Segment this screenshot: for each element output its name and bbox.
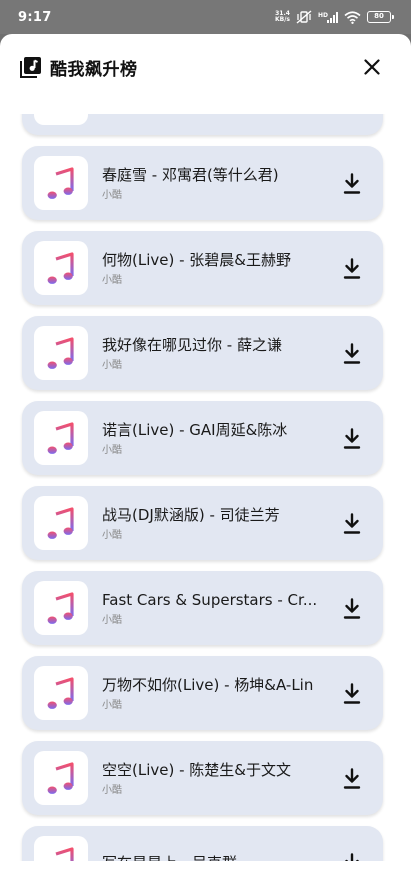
track-item[interactable]: 春庭雪 - 邓寓君(等什么君) 小酷 (22, 146, 383, 220)
status-icons: 31.4 KB/s HD 80 (275, 10, 394, 24)
track-artist: 小酷 (102, 700, 122, 711)
music-note-icon (20, 56, 42, 78)
download-button[interactable] (341, 682, 363, 706)
music-note-icon (47, 337, 74, 369)
download-icon (343, 598, 361, 619)
track-text: 我好像在哪见过你 - 薛之谦 小酷 (102, 335, 326, 371)
track-item[interactable]: 战马(DJ默涵版) - 司徒兰芳 小酷 (22, 486, 383, 560)
download-button[interactable] (341, 767, 363, 791)
download-button[interactable] (341, 257, 363, 281)
track-text: 万物不如你(Live) - 杨坤&A-Lin 小酷 (102, 675, 326, 711)
download-button[interactable] (341, 172, 363, 196)
bottom-safe-area (0, 861, 411, 869)
track-item[interactable]: 我好像在哪见过你 - 薛之谦 小酷 (22, 316, 383, 390)
download-button[interactable] (341, 427, 363, 451)
track-text: 诺言(Live) - GAI周延&陈冰 小酷 (102, 420, 326, 456)
track-artwork (34, 411, 88, 465)
track-item[interactable]: 万物不如你(Live) - 杨坤&A-Lin 小酷 (22, 656, 383, 730)
music-note-icon (46, 114, 76, 115)
download-button[interactable] (341, 597, 363, 621)
track-title: 万物不如你(Live) - 杨坤&A-Lin (102, 676, 314, 694)
wifi-icon (344, 10, 361, 24)
track-title: 何物(Live) - 张碧晨&王赫野 (102, 251, 291, 269)
track-list-content: 春庭雪 - 邓寓君(等什么君) 小酷 何物(Live) - 张碧晨&王赫野 小酷… (22, 114, 383, 862)
track-text: Fast Cars & Superstars - Cr... 小酷 (102, 590, 326, 626)
track-item[interactable] (22, 114, 383, 135)
track-text: 战马(DJ默涵版) - 司徒兰芳 小酷 (102, 505, 326, 541)
download-icon (343, 683, 361, 704)
ranking-sheet: 酷我飙升榜 春庭雪 - 邓寓君(等什么君) 小酷 何物(Live) - 张碧晨&… (0, 34, 411, 869)
track-item[interactable]: Fast Cars & Superstars - Cr... 小酷 (22, 571, 383, 645)
track-artwork (34, 581, 88, 635)
track-text: 何物(Live) - 张碧晨&王赫野 小酷 (102, 250, 326, 286)
download-icon (343, 343, 361, 364)
track-item[interactable]: 诺言(Live) - GAI周延&陈冰 小酷 (22, 401, 383, 475)
track-artwork (34, 241, 88, 295)
track-title: 空空(Live) - 陈楚生&于文文 (102, 761, 291, 779)
network-speed-unit: KB/s (275, 16, 290, 23)
track-artwork (34, 156, 88, 210)
app-screen: 9:17 31.4 KB/s HD 80 酷我飙升榜 春庭雪 - 邓寓君(等什么… (0, 0, 411, 869)
network-speed: 31.4 KB/s (275, 11, 290, 23)
track-artwork (34, 666, 88, 720)
track-artist: 小酷 (102, 190, 122, 201)
download-icon (343, 513, 361, 534)
music-note-icon (47, 167, 74, 199)
vibrate-off-icon (296, 10, 312, 24)
track-artwork (34, 751, 88, 805)
battery-icon: 80 (367, 11, 394, 23)
track-item[interactable]: 写在星星上 - 吴克群 (22, 826, 383, 862)
music-note-icon (54, 847, 74, 862)
music-note-icon (47, 252, 74, 284)
track-title: 战马(DJ默涵版) - 司徒兰芳 (102, 506, 280, 524)
close-icon (364, 59, 380, 75)
track-artist: 小酷 (102, 615, 122, 626)
status-bar: 9:17 31.4 KB/s HD 80 (0, 0, 411, 34)
sheet-title: 酷我飙升榜 (50, 59, 138, 80)
track-text: 春庭雪 - 邓寓君(等什么君) 小酷 (102, 165, 326, 201)
track-artist: 小酷 (102, 275, 122, 286)
track-title: 我好像在哪见过你 - 薛之谦 (102, 336, 282, 354)
download-button[interactable] (341, 512, 363, 536)
music-note-icon (47, 592, 74, 624)
track-title: 诺言(Live) - GAI周延&陈冰 (102, 421, 288, 439)
music-note-icon (47, 422, 74, 454)
track-artist: 小酷 (102, 785, 122, 796)
track-artwork (34, 114, 88, 125)
track-item[interactable]: 空空(Live) - 陈楚生&于文文 小酷 (22, 741, 383, 815)
track-artwork (34, 496, 88, 550)
track-artist: 小酷 (102, 445, 122, 456)
track-artwork (34, 836, 88, 862)
track-title: 春庭雪 - 邓寓君(等什么君) (102, 166, 279, 184)
track-item[interactable]: 何物(Live) - 张碧晨&王赫野 小酷 (22, 231, 383, 305)
music-note-icon (47, 762, 74, 794)
signal-icon: HD (318, 11, 338, 24)
svg-text:HD: HD (318, 12, 328, 19)
track-text: 空空(Live) - 陈楚生&于文文 小酷 (102, 760, 326, 796)
track-artist: 小酷 (102, 530, 122, 541)
track-artist: 小酷 (102, 360, 122, 371)
close-button[interactable] (359, 54, 385, 80)
download-icon (343, 173, 361, 194)
music-note-icon (47, 507, 74, 539)
track-artwork (34, 326, 88, 380)
track-list[interactable]: 春庭雪 - 邓寓君(等什么君) 小酷 何物(Live) - 张碧晨&王赫野 小酷… (0, 114, 411, 862)
download-icon (343, 258, 361, 279)
status-time: 9:17 (18, 9, 52, 25)
music-note-icon (47, 677, 74, 709)
download-icon (343, 768, 361, 789)
sheet-header: 酷我飙升榜 (0, 34, 411, 100)
download-button[interactable] (341, 342, 363, 366)
track-title: Fast Cars & Superstars - Cr... (102, 591, 318, 609)
download-icon (343, 428, 361, 449)
